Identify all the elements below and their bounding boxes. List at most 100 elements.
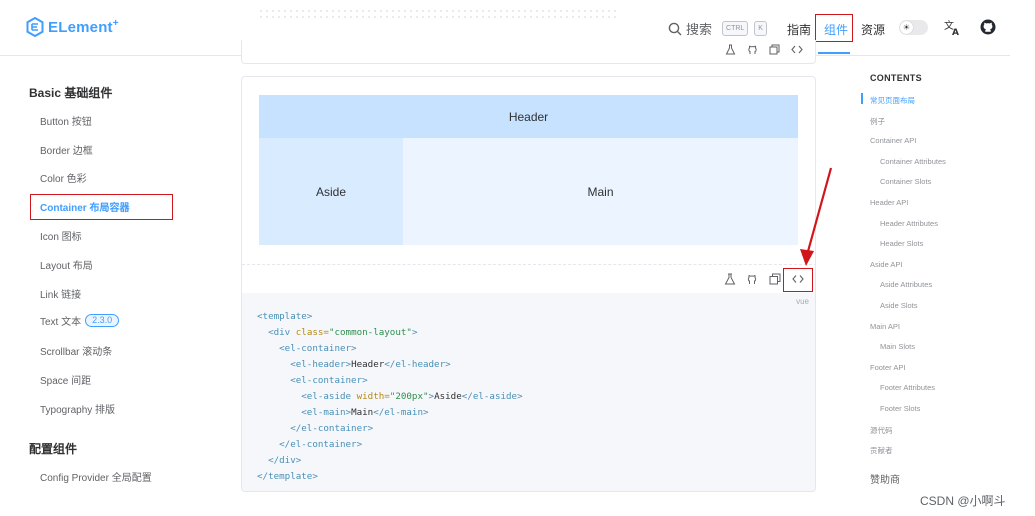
copy-icon[interactable] bbox=[769, 44, 780, 55]
toc-item[interactable]: 常见页面布局 bbox=[870, 95, 915, 106]
sidebar-item-scrollbar[interactable]: Scrollbar 滚动条 bbox=[40, 343, 112, 358]
code-token: </div> bbox=[268, 455, 302, 466]
copy-icon[interactable] bbox=[769, 273, 781, 285]
nav-link-guide[interactable]: 指南 bbox=[787, 21, 811, 38]
sidebar-group-basic: Basic 基础组件 bbox=[29, 86, 113, 100]
sidebar-item-button[interactable]: Button 按钮 bbox=[40, 113, 92, 128]
code-icon[interactable] bbox=[791, 44, 803, 55]
toc-item[interactable]: Container Slots bbox=[880, 177, 931, 186]
previous-demo-toolbar bbox=[241, 40, 816, 64]
sidebar-item-space[interactable]: Space 间距 bbox=[40, 372, 91, 387]
search-trigger[interactable]: 搜索 CTRL K bbox=[668, 19, 767, 38]
code-token: > bbox=[411, 327, 418, 338]
kbd-ctrl: CTRL bbox=[722, 21, 749, 36]
toc-item[interactable]: Aside API bbox=[870, 260, 903, 269]
search-label: 搜索 bbox=[686, 22, 713, 37]
toc-item[interactable]: Header API bbox=[870, 198, 908, 207]
code-token: <el-container> bbox=[279, 343, 357, 354]
watermark: CSDN @小啊斗 bbox=[920, 494, 1006, 508]
sidebar-item-layout[interactable]: Layout 布局 bbox=[40, 257, 93, 272]
code-line: <template> bbox=[257, 309, 523, 325]
code-language-tag: vue bbox=[796, 297, 809, 306]
nav-active-underline bbox=[818, 52, 850, 54]
element-logo-icon bbox=[26, 17, 44, 37]
playground-icon[interactable] bbox=[725, 44, 736, 55]
code-token: </el-container> bbox=[279, 439, 363, 450]
toc-item[interactable]: Container API bbox=[870, 136, 916, 145]
layout-header-block: Header bbox=[259, 95, 798, 138]
toc-item[interactable]: Container Attributes bbox=[880, 157, 946, 166]
highlight-box-sidebar bbox=[30, 194, 173, 220]
toc-item[interactable]: Footer API bbox=[870, 363, 905, 372]
code-line: </el-container> bbox=[257, 421, 523, 437]
sponsor-heading: 赞助商 bbox=[870, 475, 900, 486]
theme-toggle[interactable]: ☀ bbox=[899, 20, 928, 35]
sidebar-item-text[interactable]: Text 文本 2.3.0 bbox=[40, 313, 120, 328]
toc-item[interactable]: Footer Attributes bbox=[880, 383, 935, 392]
search-icon bbox=[668, 22, 682, 35]
sidebar-item-color[interactable]: Color 色彩 bbox=[40, 170, 87, 185]
brand-name: ELement+ bbox=[48, 18, 119, 36]
sidebar-item-link[interactable]: Link 链接 bbox=[40, 286, 81, 301]
toc-item[interactable]: Aside Attributes bbox=[880, 280, 932, 289]
code-token: <div bbox=[268, 327, 296, 338]
sidebar-item-icon[interactable]: Icon 图标 bbox=[40, 228, 82, 243]
sidebar-item-border[interactable]: Border 边框 bbox=[40, 142, 93, 157]
github-icon[interactable] bbox=[980, 19, 996, 35]
toc-active-marker bbox=[861, 93, 863, 104]
toc-item[interactable]: Header Slots bbox=[880, 239, 923, 248]
element-logo[interactable]: ELement+ bbox=[26, 17, 119, 37]
nav-link-resource[interactable]: 资源 bbox=[861, 21, 885, 38]
version-badge: 2.3.0 bbox=[85, 314, 120, 327]
code-token: Main bbox=[351, 407, 374, 418]
code-token: <el-aside bbox=[301, 391, 357, 402]
code-block: vue <template> <div class="common-layout… bbox=[242, 293, 815, 491]
layout-main-block: Main bbox=[403, 138, 798, 245]
highlight-box-nav bbox=[815, 14, 853, 42]
toc-item[interactable]: Footer Slots bbox=[880, 404, 920, 413]
github-icon[interactable] bbox=[747, 44, 758, 55]
main-label: Main bbox=[587, 184, 614, 199]
sidebar-item-config-provider[interactable]: Config Provider 全局配置 bbox=[40, 469, 152, 484]
code-token: </el-container> bbox=[290, 423, 374, 434]
toc-item[interactable]: Header Attributes bbox=[880, 219, 938, 228]
code-token: <el-container> bbox=[290, 375, 368, 386]
code-token: <template> bbox=[257, 311, 313, 322]
translate-icon[interactable]: 文 A bbox=[944, 19, 961, 36]
toc-item[interactable]: 贡献者 bbox=[870, 445, 893, 456]
sidebar-item-typography[interactable]: Typography 排版 bbox=[40, 401, 115, 416]
playground-icon[interactable] bbox=[724, 273, 736, 285]
toc-item[interactable]: Main Slots bbox=[880, 342, 915, 351]
github-icon[interactable] bbox=[746, 273, 758, 285]
code-token: width= bbox=[356, 391, 390, 402]
code-token: </el-main> bbox=[373, 407, 429, 418]
header-label: Header bbox=[508, 109, 549, 124]
code-line: <el-main>Main</el-main> bbox=[257, 405, 523, 421]
code-line: <el-container> bbox=[257, 341, 523, 357]
toc-item[interactable]: Aside Slots bbox=[880, 301, 918, 310]
kbd-k: K bbox=[754, 21, 767, 36]
toc-title: CONTENTS bbox=[870, 73, 922, 83]
code-token: Aside bbox=[434, 391, 462, 402]
sidebar-group-config: 配置组件 bbox=[29, 442, 78, 456]
code-content: <template> <div class="common-layout"> <… bbox=[257, 309, 523, 485]
code-token: class= bbox=[295, 327, 329, 338]
code-line: <el-aside width="200px">Aside</el-aside> bbox=[257, 389, 522, 405]
toc-item[interactable]: 源代码 bbox=[870, 425, 893, 436]
code-token: "200px" bbox=[389, 391, 429, 402]
toc-item[interactable]: Main API bbox=[870, 322, 900, 331]
toc-item[interactable]: 例子 bbox=[870, 116, 885, 127]
code-token: Header bbox=[351, 359, 385, 370]
sun-icon: ☀ bbox=[900, 21, 913, 34]
decorative-pattern bbox=[258, 8, 618, 20]
aside-label: Aside bbox=[315, 184, 347, 199]
demo-toolbar bbox=[242, 264, 815, 293]
layout-aside-block: Aside bbox=[259, 138, 403, 245]
code-line: <div class="common-layout"> bbox=[257, 325, 523, 341]
